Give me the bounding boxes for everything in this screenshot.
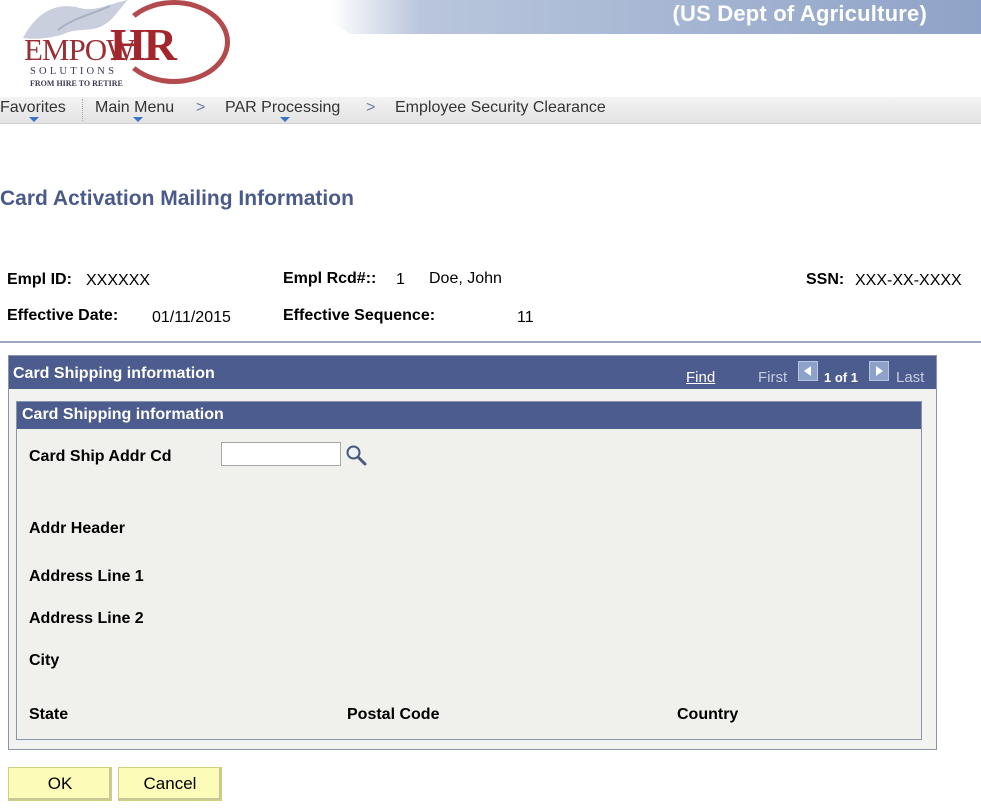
ok-button[interactable]: OK xyxy=(8,767,112,801)
ssn-label: SSN: xyxy=(806,271,845,288)
logo-tagline: SOLUTIONS xyxy=(30,66,118,77)
par-processing-dropdown-icon[interactable] xyxy=(280,117,290,122)
address-line-2-label: Address Line 2 xyxy=(29,610,144,627)
row-count: 1 of 1 xyxy=(824,370,858,385)
arrow-right-icon xyxy=(876,366,883,376)
empl-id-label: Empl ID: xyxy=(7,271,72,288)
section-divider xyxy=(0,341,981,343)
empl-rcd-value: 1 xyxy=(396,271,405,288)
card-ship-addr-cd-input[interactable] xyxy=(221,442,341,466)
breadcrumb-nav: Favorites Main Menu > PAR Processing > E… xyxy=(0,97,981,124)
find-link[interactable]: Find xyxy=(686,369,715,386)
nav-main-menu[interactable]: Main Menu xyxy=(95,99,174,117)
arrow-left-icon xyxy=(804,366,811,376)
page-title: Card Activation Mailing Information xyxy=(0,187,354,210)
card-shipping-inner-panel: Card Shipping information Card Ship Addr… xyxy=(16,401,922,740)
logo-subtagline: FROM HIRE TO RETIRE xyxy=(30,79,123,88)
country-label: Country xyxy=(677,706,739,723)
nav-divider xyxy=(82,99,83,121)
agency-name: (US Dept of Agriculture) xyxy=(672,1,927,26)
breadcrumb-chevron-icon: > xyxy=(366,99,376,116)
cancel-button[interactable]: Cancel xyxy=(118,767,222,801)
last-link: Last xyxy=(896,369,925,386)
favorites-dropdown-icon[interactable] xyxy=(29,117,39,122)
effective-date-value: 01/11/2015 xyxy=(152,309,231,326)
inner-panel-header: Card Shipping information xyxy=(17,402,921,429)
postal-code-label: Postal Code xyxy=(347,706,440,723)
previous-row-button[interactable] xyxy=(798,361,818,381)
next-row-button[interactable] xyxy=(869,361,889,381)
first-link: First xyxy=(758,369,788,386)
city-label: City xyxy=(29,652,60,669)
addr-header-label: Addr Header xyxy=(29,520,126,537)
employee-name: Doe, John xyxy=(429,270,502,287)
empl-id-value: XXXXXX xyxy=(86,272,151,289)
effective-date-label: Effective Date: xyxy=(7,307,119,324)
panel-title: Card Shipping information xyxy=(13,365,215,382)
main-menu-dropdown-icon[interactable] xyxy=(133,117,143,122)
empl-rcd-label: Empl Rcd#:: xyxy=(283,270,377,287)
card-shipping-panel: Card Shipping information Find First 1 o… xyxy=(8,355,937,750)
effective-sequence-label: Effective Sequence: xyxy=(283,307,436,324)
ssn-value: XXX-XX-XXXX xyxy=(855,272,962,289)
card-ship-addr-cd-label: Card Ship Addr Cd xyxy=(29,448,172,465)
nav-favorites[interactable]: Favorites xyxy=(0,99,66,117)
panel-header: Card Shipping information Find First 1 o… xyxy=(9,356,936,389)
empowhr-logo: EMPOW HR SOLUTIONS FROM HIRE TO RETIRE xyxy=(0,0,240,95)
state-label: State xyxy=(29,706,69,723)
nav-employee-security-clearance[interactable]: Employee Security Clearance xyxy=(395,99,606,117)
nav-par-processing[interactable]: PAR Processing xyxy=(225,99,340,117)
address-line-1-label: Address Line 1 xyxy=(29,568,144,585)
search-icon[interactable] xyxy=(345,444,367,466)
logo-brand-part2: HR xyxy=(110,19,177,70)
breadcrumb-chevron-icon: > xyxy=(196,99,206,116)
effective-sequence-value: 11 xyxy=(517,309,534,326)
inner-panel-title: Card Shipping information xyxy=(22,406,224,423)
